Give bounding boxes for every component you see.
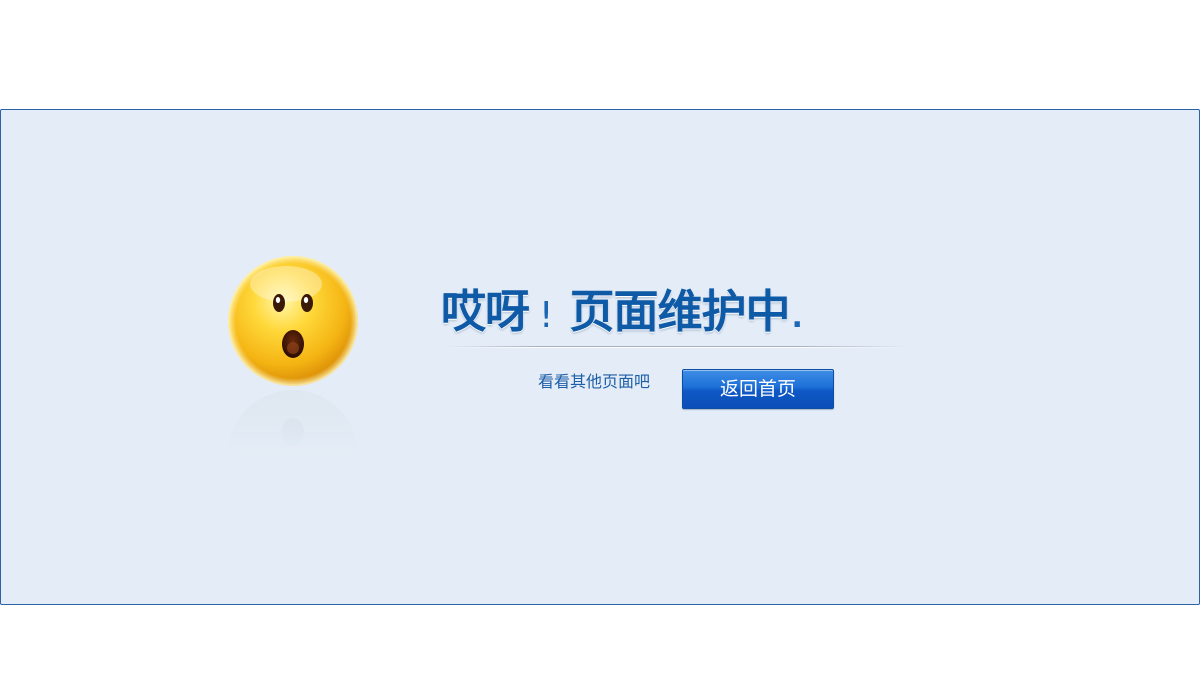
other-pages-link[interactable]: 看看其他页面吧 bbox=[538, 368, 650, 392]
illustration-reflection bbox=[226, 388, 360, 458]
title-exclamation-mark: ! bbox=[539, 295, 554, 336]
page-title: 哎呀 ! 页面维护中 . bbox=[441, 275, 803, 339]
illustration bbox=[226, 254, 362, 458]
surprised-face-icon bbox=[228, 256, 358, 386]
title-exclamation-word: 哎呀 bbox=[441, 285, 530, 338]
title-maintenance-text: 页面维护中 bbox=[569, 285, 790, 338]
maintenance-panel: 哎呀 ! 页面维护中 . 看看其他页面吧 返回首页 bbox=[0, 109, 1200, 605]
divider-highlight bbox=[446, 347, 911, 348]
title-trailing-dot: . bbox=[791, 300, 803, 335]
home-button[interactable]: 返回首页 bbox=[682, 369, 834, 409]
